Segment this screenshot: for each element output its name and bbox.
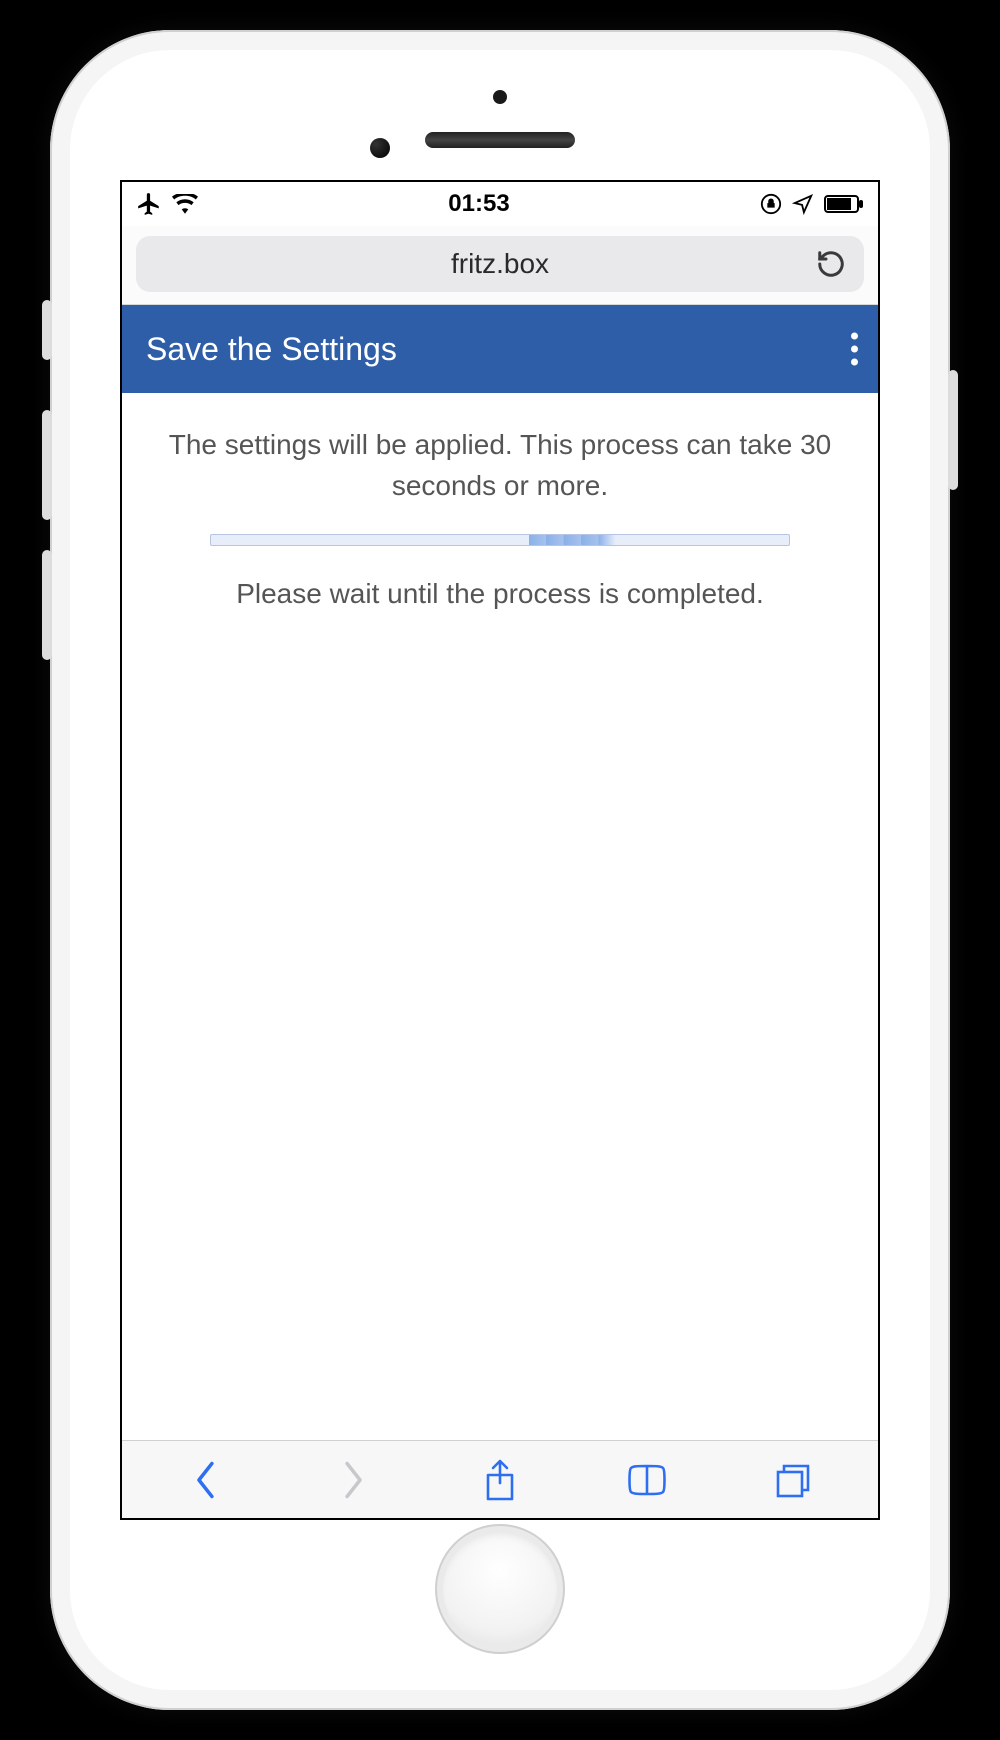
address-bar[interactable]: fritz.box: [136, 236, 864, 292]
earpiece-speaker-icon: [425, 132, 575, 148]
volume-up-button: [42, 410, 52, 520]
phone-screen: 01:53 fritz.box: [120, 180, 880, 1520]
kebab-dot-icon: [851, 333, 858, 340]
volume-down-button: [42, 550, 52, 660]
bookmarks-button[interactable]: [623, 1456, 671, 1504]
status-message: The settings will be applied. This proce…: [146, 425, 854, 506]
tabs-button[interactable]: [770, 1456, 818, 1504]
front-camera-icon: [370, 138, 390, 158]
battery-icon: [824, 195, 864, 213]
wait-message: Please wait until the process is complet…: [146, 574, 854, 615]
status-time: 01:53: [448, 190, 509, 218]
share-button[interactable]: [476, 1456, 524, 1504]
power-button: [948, 370, 958, 490]
page-content: The settings will be applied. This proce…: [122, 393, 878, 1440]
address-bar-container: fritz.box: [122, 226, 878, 305]
airplane-mode-icon: [136, 191, 162, 217]
phone-bezel: 01:53 fritz.box: [70, 50, 930, 1690]
back-button[interactable]: [182, 1456, 230, 1504]
location-icon: [792, 193, 814, 215]
address-text: fritz.box: [451, 248, 549, 280]
kebab-dot-icon: [851, 346, 858, 353]
progress-bar: [210, 534, 791, 546]
status-bar: 01:53: [122, 182, 878, 226]
camera-icon: [493, 90, 507, 104]
kebab-dot-icon: [851, 359, 858, 366]
orientation-lock-icon: [760, 193, 782, 215]
app-header: Save the Settings: [122, 305, 878, 393]
wifi-icon: [172, 194, 198, 214]
mute-switch: [42, 300, 52, 360]
browser-toolbar: [122, 1440, 878, 1518]
reload-button[interactable]: [816, 249, 846, 279]
forward-button[interactable]: [329, 1456, 377, 1504]
page-title: Save the Settings: [146, 331, 397, 368]
top-sensor-area: [70, 50, 930, 180]
phone-frame: 01:53 fritz.box: [50, 30, 950, 1710]
menu-button[interactable]: [851, 333, 858, 366]
home-button[interactable]: [435, 1524, 565, 1654]
